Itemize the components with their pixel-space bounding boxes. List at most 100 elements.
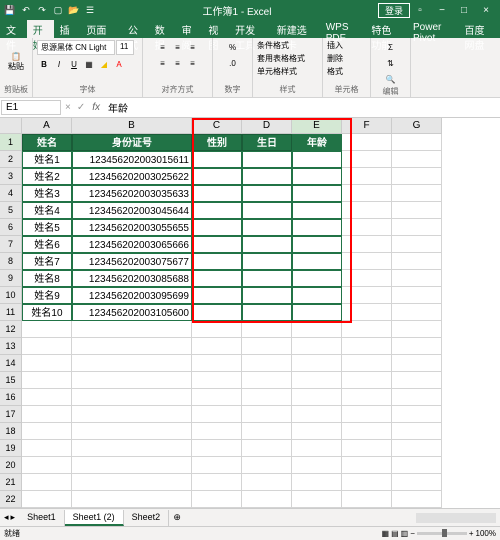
- minimize-icon[interactable]: −: [432, 2, 452, 18]
- cell[interactable]: [292, 321, 342, 338]
- cell[interactable]: [342, 389, 392, 406]
- row-header[interactable]: 20: [0, 457, 22, 474]
- row-header[interactable]: 14: [0, 355, 22, 372]
- tab-10[interactable]: WPS PDF: [320, 20, 366, 38]
- cell[interactable]: [242, 219, 292, 236]
- cell[interactable]: [242, 491, 292, 508]
- sheet-tab[interactable]: Sheet1 (2): [65, 510, 124, 526]
- cell[interactable]: [242, 406, 292, 423]
- row-header[interactable]: 5: [0, 202, 22, 219]
- cell[interactable]: [392, 270, 442, 287]
- select-all-corner[interactable]: [0, 118, 22, 134]
- italic-button[interactable]: I: [52, 57, 66, 71]
- enter-icon[interactable]: ✓: [74, 102, 88, 113]
- view-layout-icon[interactable]: ▤: [391, 529, 399, 538]
- cell[interactable]: [192, 321, 242, 338]
- cell[interactable]: [392, 253, 442, 270]
- cell[interactable]: [22, 321, 72, 338]
- row-header[interactable]: 6: [0, 219, 22, 236]
- maximize-icon[interactable]: □: [454, 2, 474, 18]
- login-button[interactable]: 登录: [378, 3, 410, 18]
- cell[interactable]: 姓名9: [22, 287, 72, 304]
- cell[interactable]: [342, 236, 392, 253]
- cell[interactable]: 年龄: [292, 134, 342, 151]
- cell[interactable]: [192, 185, 242, 202]
- tab-7[interactable]: 视图: [202, 20, 229, 38]
- align-left-icon[interactable]: ≡: [156, 56, 170, 70]
- cell[interactable]: [292, 168, 342, 185]
- sheet-prev-icon[interactable]: ◂: [4, 512, 9, 523]
- cell[interactable]: [192, 372, 242, 389]
- cell[interactable]: 姓名7: [22, 253, 72, 270]
- cell[interactable]: [72, 355, 192, 372]
- tab-1[interactable]: 开始: [27, 20, 54, 38]
- cell[interactable]: [192, 270, 242, 287]
- cell[interactable]: [392, 491, 442, 508]
- cell[interactable]: [242, 355, 292, 372]
- cell[interactable]: [192, 423, 242, 440]
- insert-button[interactable]: 插入: [327, 40, 343, 51]
- cell[interactable]: [242, 168, 292, 185]
- view-break-icon[interactable]: ▥: [401, 529, 409, 538]
- cell[interactable]: 123456202003045644: [72, 202, 192, 219]
- row-header[interactable]: 11: [0, 304, 22, 321]
- col-header-F[interactable]: F: [342, 118, 392, 134]
- new-icon[interactable]: ▢: [52, 4, 64, 16]
- cell[interactable]: [22, 389, 72, 406]
- align-top-icon[interactable]: ≡: [156, 40, 170, 54]
- cell[interactable]: [392, 287, 442, 304]
- cell[interactable]: [192, 406, 242, 423]
- cell[interactable]: [392, 236, 442, 253]
- cell[interactable]: 姓名5: [22, 219, 72, 236]
- cell[interactable]: [242, 202, 292, 219]
- font-size-combo[interactable]: 11: [116, 40, 134, 55]
- col-header-B[interactable]: B: [72, 118, 192, 134]
- redo-icon[interactable]: ↷: [36, 4, 48, 16]
- cell[interactable]: [192, 151, 242, 168]
- cell[interactable]: [72, 423, 192, 440]
- zoom-level[interactable]: 100%: [476, 529, 496, 538]
- cell[interactable]: [72, 338, 192, 355]
- cell[interactable]: [392, 304, 442, 321]
- cell[interactable]: [242, 185, 292, 202]
- cell[interactable]: [292, 202, 342, 219]
- cell[interactable]: [72, 321, 192, 338]
- cell[interactable]: [242, 457, 292, 474]
- cell[interactable]: [392, 457, 442, 474]
- cell[interactable]: [392, 168, 442, 185]
- cell[interactable]: [392, 202, 442, 219]
- row-header[interactable]: 1: [0, 134, 22, 151]
- cell[interactable]: [22, 457, 72, 474]
- cell[interactable]: [242, 440, 292, 457]
- cell[interactable]: [392, 321, 442, 338]
- cell[interactable]: 123456202003015611: [72, 151, 192, 168]
- open-icon[interactable]: 📂: [68, 4, 80, 16]
- tab-6[interactable]: 审阅: [176, 20, 203, 38]
- align-mid-icon[interactable]: ≡: [171, 40, 185, 54]
- cell-style-button[interactable]: 单元格样式: [257, 66, 297, 77]
- close-icon[interactable]: ×: [476, 2, 496, 18]
- cell[interactable]: [242, 236, 292, 253]
- tab-3[interactable]: 页面布局: [80, 20, 122, 38]
- fx-icon[interactable]: fx: [88, 102, 104, 113]
- cell[interactable]: [292, 253, 342, 270]
- cell[interactable]: [292, 457, 342, 474]
- fill-color-button[interactable]: ◢: [97, 57, 111, 71]
- cell[interactable]: 身份证号: [72, 134, 192, 151]
- tab-4[interactable]: 公式: [122, 20, 149, 38]
- cell[interactable]: [292, 355, 342, 372]
- cell[interactable]: [242, 321, 292, 338]
- cell[interactable]: 123456202003035633: [72, 185, 192, 202]
- border-button[interactable]: ▦: [82, 57, 96, 71]
- paste-button[interactable]: 📋粘贴: [4, 44, 28, 80]
- cell[interactable]: [392, 338, 442, 355]
- sheet-tab[interactable]: Sheet2: [124, 510, 170, 526]
- sheet-tab[interactable]: Sheet1: [19, 510, 65, 526]
- find-icon[interactable]: 🔍: [384, 72, 398, 86]
- format-button[interactable]: 格式: [327, 66, 343, 77]
- cell[interactable]: [342, 304, 392, 321]
- cell[interactable]: 123456202003085688: [72, 270, 192, 287]
- name-box[interactable]: E1: [1, 100, 61, 115]
- cell[interactable]: [342, 372, 392, 389]
- cell[interactable]: [292, 389, 342, 406]
